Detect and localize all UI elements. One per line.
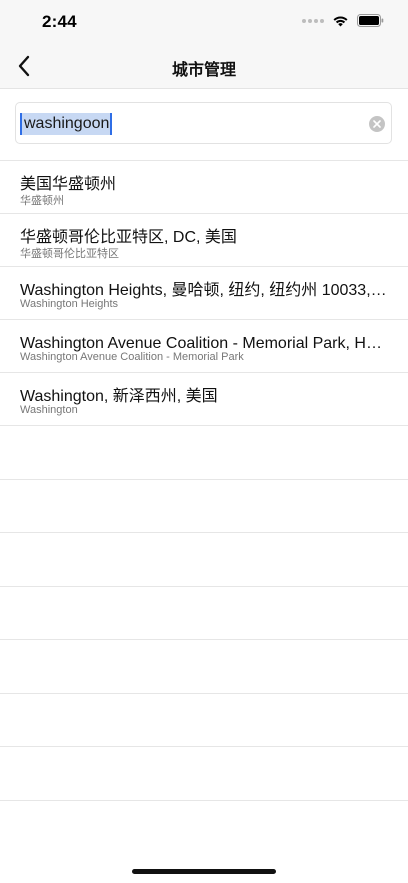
result-title: Washington, 新泽西州, 美国 [20, 388, 218, 405]
status-time: 2:44 [42, 12, 77, 31]
clear-search-button[interactable] [369, 116, 385, 132]
result-subtitle: 华盛顿哥伦比亚特区 [20, 248, 119, 260]
result-subtitle: 华盛顿州 [20, 195, 64, 207]
status-bar: 2:44 [0, 0, 408, 44]
search-input[interactable]: washingoon [15, 102, 392, 144]
search-results-list: 美国华盛顿州 华盛顿州 华盛顿哥伦比亚特区, DC, 美国 华盛顿哥伦比亚特区 … [0, 161, 408, 801]
result-subtitle: Washington Heights [20, 298, 119, 310]
search-result-row[interactable]: Washington, 新泽西州, 美国 Washington [0, 373, 408, 426]
page-title: 城市管理 [171, 62, 236, 79]
result-subtitle: Washington [20, 404, 78, 416]
search-result-row[interactable]: 华盛顿哥伦比亚特区, DC, 美国 华盛顿哥伦比亚特区 [0, 214, 408, 267]
wifi-icon [333, 16, 348, 27]
nav-bar: 城市管理 [0, 44, 408, 89]
empty-list-row [0, 480, 408, 533]
empty-list-row [0, 426, 408, 480]
result-title: Washington Heights, 曼哈顿, 纽约, 纽约州 10033, … [20, 282, 388, 299]
status-icons [302, 14, 384, 27]
result-title: Washington Avenue Coalition - Memorial P… [20, 335, 388, 352]
empty-list-row [0, 694, 408, 747]
empty-list-row [0, 587, 408, 640]
search-result-row[interactable]: Washington Heights, 曼哈顿, 纽约, 纽约州 10033, … [0, 267, 408, 320]
home-indicator[interactable] [132, 869, 276, 874]
search-result-row[interactable]: 美国华盛顿州 华盛顿州 [0, 161, 408, 214]
empty-list-row [0, 640, 408, 694]
search-input-value[interactable]: washingoon [20, 113, 113, 135]
empty-list-row [0, 533, 408, 587]
result-subtitle: Washington Avenue Coalition - Memorial P… [20, 351, 244, 363]
battery-icon [357, 14, 384, 27]
result-title: 美国华盛顿州 [20, 176, 117, 193]
search-area: washingoon [0, 89, 408, 161]
search-result-row[interactable]: Washington Avenue Coalition - Memorial P… [0, 320, 408, 373]
empty-list-row [0, 747, 408, 801]
clear-circle-icon [373, 120, 381, 128]
result-title: 华盛顿哥伦比亚特区, DC, 美国 [20, 229, 237, 246]
signal-dots-icon [302, 18, 324, 23]
